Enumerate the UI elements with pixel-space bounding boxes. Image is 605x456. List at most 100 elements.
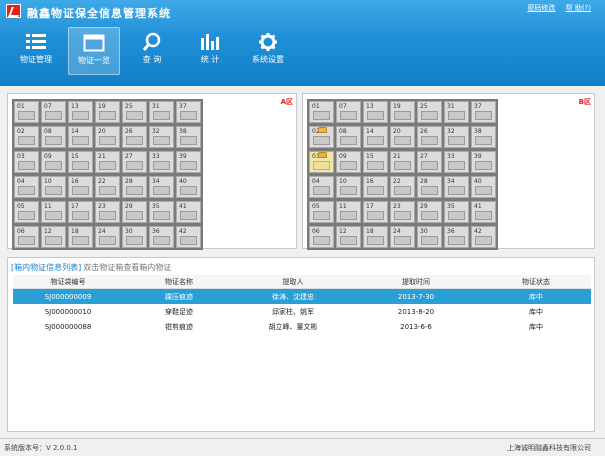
locker-cell[interactable]: 34 [444,176,469,198]
locker-cell[interactable]: 09 [41,151,66,173]
locker-cell[interactable]: 36 [444,226,469,248]
locker-cell[interactable]: 28 [417,176,442,198]
locker-cell[interactable]: 04 [309,176,334,198]
locker-cell[interactable]: 11 [336,201,361,223]
locker-cell[interactable]: 35 [444,201,469,223]
locker-cell[interactable]: 27 [122,151,147,173]
locker-cell[interactable]: 38 [471,126,496,148]
locker-cell[interactable]: 08 [41,126,66,148]
locker-cell[interactable]: 15 [363,151,388,173]
locker-cell[interactable]: 02 [309,126,334,148]
column-header[interactable]: 物证名称 [123,277,235,287]
locker-cell[interactable]: 40 [176,176,201,198]
locker-cell[interactable]: 11 [41,201,66,223]
table-row[interactable]: SJ000000009 踝压痕迹 徐涛、沈建忠 2013-7-30 库中 [13,289,591,304]
locker-cell[interactable]: 22 [390,176,415,198]
locker-cell[interactable]: 21 [390,151,415,173]
locker-cell[interactable]: 04 [14,176,39,198]
table-row[interactable]: SJ000000010 穿鞋足迹 邱家柱、姚军 2013-8-20 库中 [13,304,591,319]
locker-cell[interactable]: 13 [363,101,388,123]
column-header[interactable]: 提取时间 [351,277,481,287]
locker-cell[interactable]: 39 [176,151,201,173]
locker-cell[interactable]: 01 [309,101,334,123]
locker-cell[interactable]: 29 [122,201,147,223]
locker-cell[interactable]: 12 [41,226,66,248]
locker-cell[interactable]: 07 [336,101,361,123]
locker-cell[interactable]: 21 [95,151,120,173]
locker-cell[interactable]: 25 [122,101,147,123]
locker-cell[interactable]: 07 [41,101,66,123]
table-row[interactable]: SJ000000088 钳剪痕迹 胡立峰、董文彬 2013-6-6 库中 [13,319,591,334]
locker-cell[interactable]: 18 [68,226,93,248]
locker-cell[interactable]: 26 [122,126,147,148]
locker-cell[interactable]: 41 [176,201,201,223]
locker-cell[interactable]: 30 [417,226,442,248]
locker-cell[interactable]: 17 [68,201,93,223]
locker-cell[interactable]: 30 [122,226,147,248]
locker-cell[interactable]: 12 [336,226,361,248]
locker-cell[interactable]: 31 [444,101,469,123]
locker-cell[interactable]: 28 [122,176,147,198]
locker-cell[interactable]: 40 [471,176,496,198]
locker-cell[interactable]: 20 [390,126,415,148]
locker-cell[interactable]: 19 [390,101,415,123]
toolbar-query[interactable]: 查 询 [126,27,178,75]
locker-cell[interactable]: 02 [14,126,39,148]
locker-cell[interactable]: 24 [390,226,415,248]
locker-cell[interactable]: 42 [176,226,201,248]
locker-cell[interactable]: 01 [14,101,39,123]
toolbar-statistics[interactable]: 统 计 [184,27,236,75]
locker-cell[interactable]: 09 [336,151,361,173]
locker-cell[interactable]: 37 [176,101,201,123]
locker-cell[interactable]: 38 [176,126,201,148]
locker-cell[interactable]: 10 [41,176,66,198]
column-header[interactable]: 物证袋编号 [13,277,123,287]
locker-cell[interactable]: 24 [95,226,120,248]
locker-cell[interactable]: 39 [471,151,496,173]
locker-cell[interactable]: 31 [149,101,174,123]
locker-cell[interactable]: 19 [95,101,120,123]
locker-cell[interactable]: 32 [444,126,469,148]
column-header[interactable]: 物证状态 [481,277,591,287]
locker-cell[interactable]: 16 [363,176,388,198]
locker-cell[interactable]: 20 [95,126,120,148]
locker-cell[interactable]: 05 [309,201,334,223]
locker-cell[interactable]: 27 [417,151,442,173]
locker-cell[interactable]: 22 [95,176,120,198]
locker-cell[interactable]: 26 [417,126,442,148]
locker-cell[interactable]: 10 [336,176,361,198]
locker-cell[interactable]: 35 [149,201,174,223]
help-link[interactable]: 帮 助(?) [566,4,591,12]
locker-cell[interactable]: 06 [309,226,334,248]
locker-cell[interactable]: 13 [68,101,93,123]
locker-cell[interactable]: 23 [95,201,120,223]
locker-cell[interactable]: 37 [471,101,496,123]
locker-cell[interactable]: 15 [68,151,93,173]
locker-cell[interactable]: 03 [309,151,334,173]
change-password-link[interactable]: 密码修改 [527,4,555,12]
locker-cell[interactable]: 05 [14,201,39,223]
toolbar-system-settings[interactable]: 系统设置 [242,27,294,75]
locker-cell[interactable]: 25 [417,101,442,123]
locker-cell[interactable]: 16 [68,176,93,198]
locker-cell[interactable]: 33 [149,151,174,173]
locker-cell[interactable]: 23 [390,201,415,223]
toolbar-evidence-overview[interactable]: 物证一览 [68,27,120,75]
column-header[interactable]: 提取人 [235,277,351,287]
locker-cell[interactable]: 08 [336,126,361,148]
locker-cell[interactable]: 32 [149,126,174,148]
locker-cell[interactable]: 03 [14,151,39,173]
toolbar-evidence-management[interactable]: 物证管理 [10,27,62,75]
locker-cell[interactable]: 29 [417,201,442,223]
locker-cell[interactable]: 14 [363,126,388,148]
locker-cell[interactable]: 14 [68,126,93,148]
locker-cell[interactable]: 06 [14,226,39,248]
locker-cell[interactable]: 17 [363,201,388,223]
locker-slot [45,236,62,245]
locker-cell[interactable]: 36 [149,226,174,248]
locker-cell[interactable]: 33 [444,151,469,173]
locker-cell[interactable]: 34 [149,176,174,198]
locker-cell[interactable]: 41 [471,201,496,223]
locker-cell[interactable]: 18 [363,226,388,248]
locker-cell[interactable]: 42 [471,226,496,248]
